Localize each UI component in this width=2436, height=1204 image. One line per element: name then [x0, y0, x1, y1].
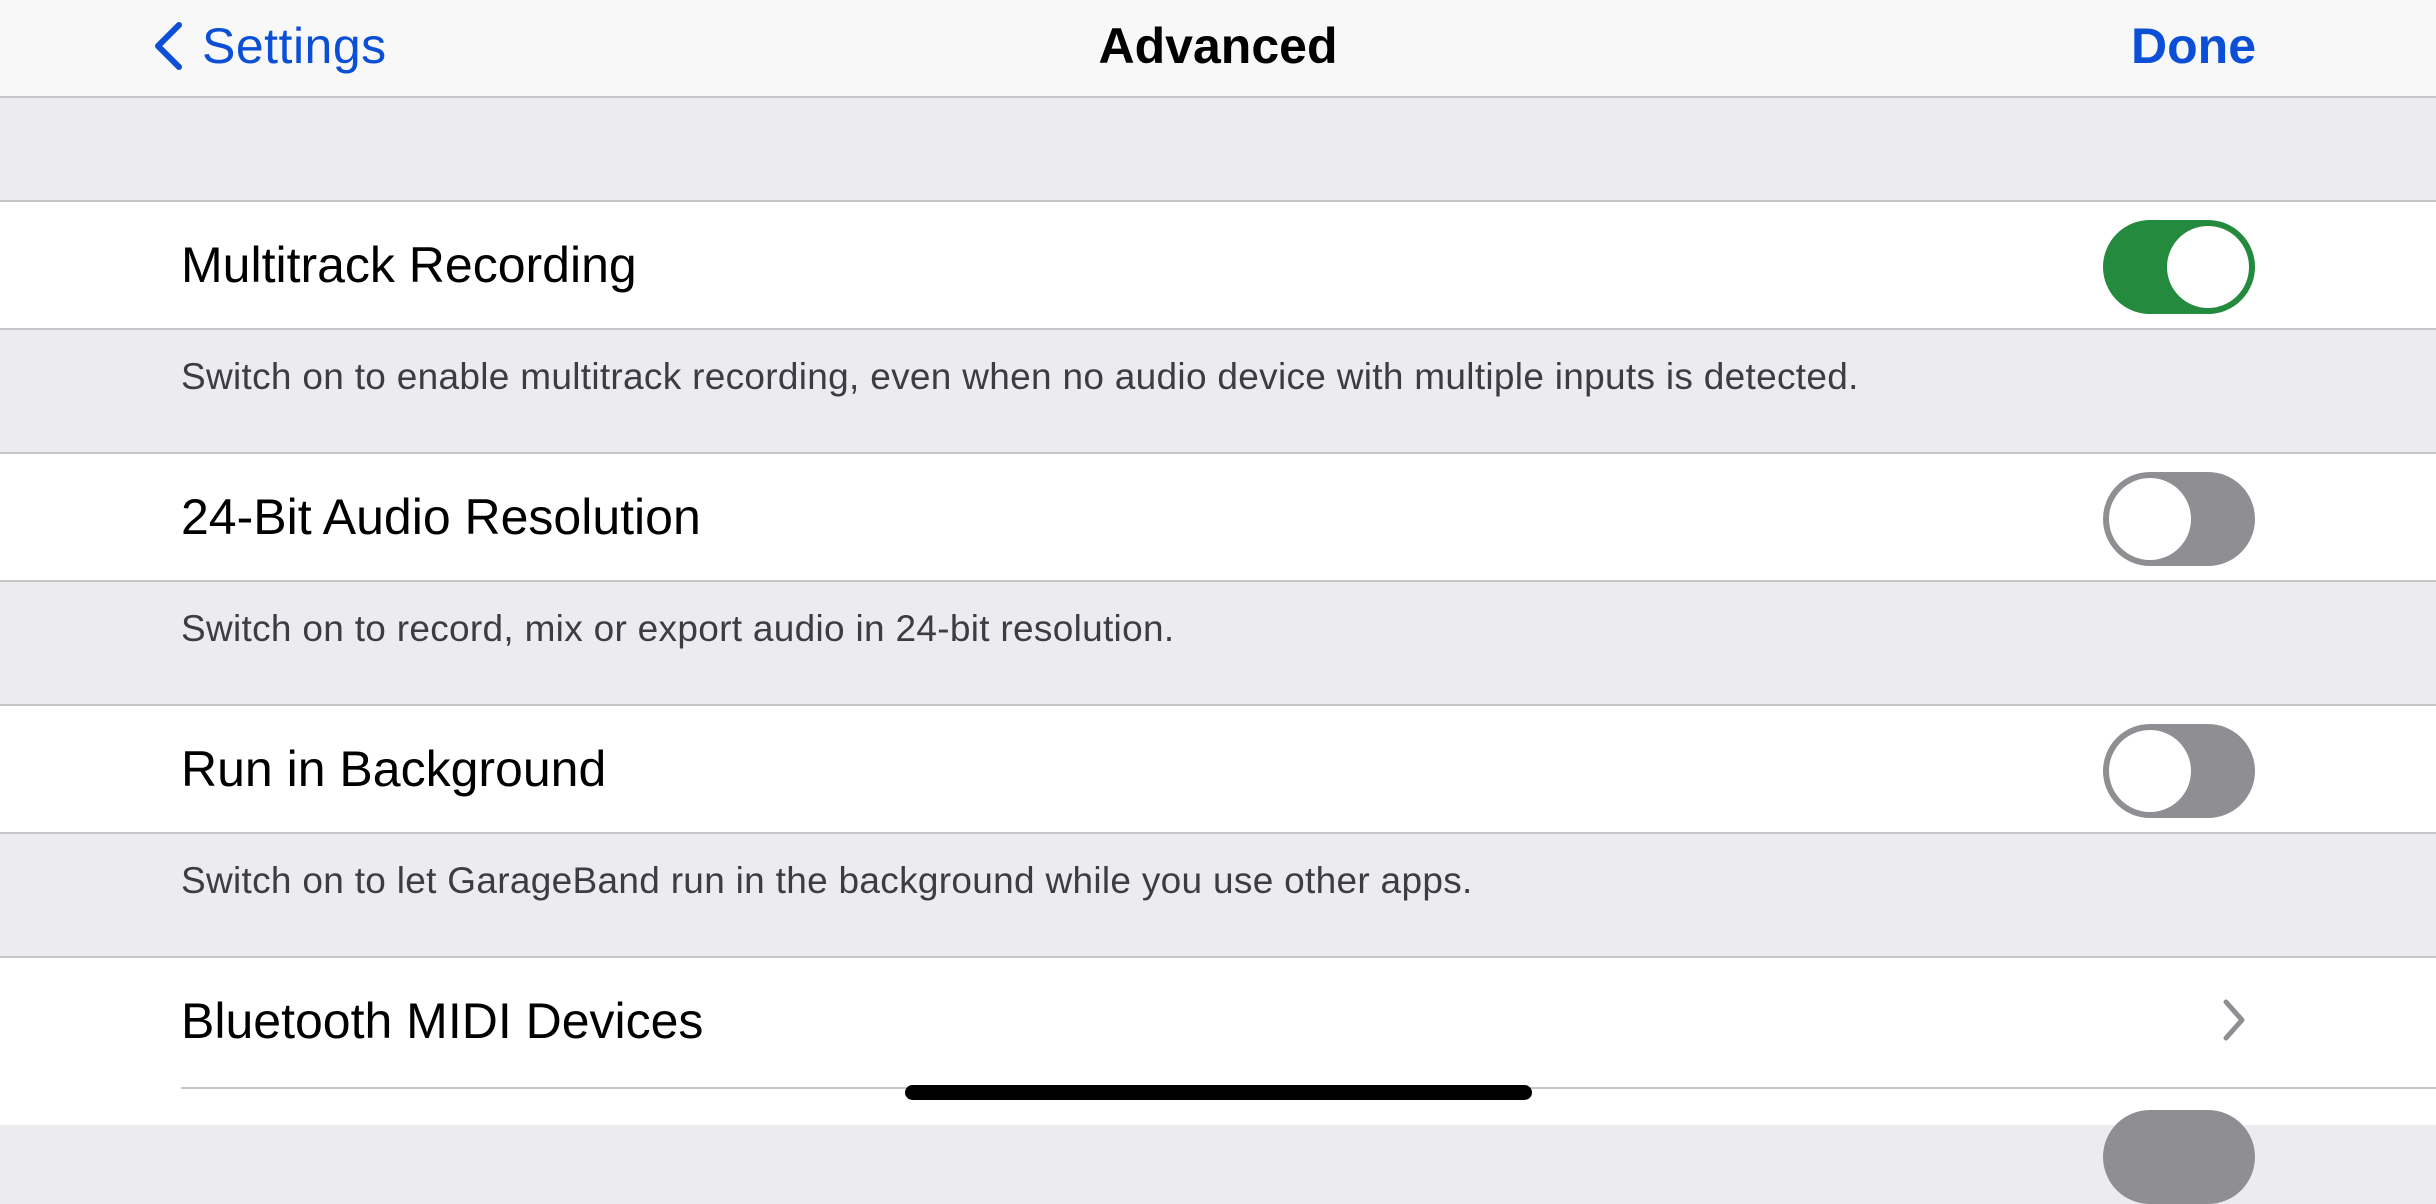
- run-in-background-description: Switch on to let GarageBand run in the b…: [181, 860, 1473, 901]
- settings-row-multitrack-recording: Multitrack Recording: [0, 200, 2436, 330]
- setting-label: Multitrack Recording: [181, 237, 637, 293]
- multitrack-recording-toggle[interactable]: [2103, 220, 2255, 314]
- chevron-right-icon: [2222, 998, 2246, 1047]
- setting-label: Run in Background: [181, 741, 607, 797]
- 24-bit-audio-description: Switch on to record, mix or export audio…: [181, 608, 1175, 649]
- done-button[interactable]: Done: [2131, 12, 2256, 80]
- multitrack-recording-description: Switch on to enable multitrack recording…: [181, 356, 1859, 397]
- page-title: Advanced: [1098, 18, 1338, 74]
- home-indicator[interactable]: [905, 1085, 1532, 1100]
- settings-row-24-bit-audio: 24-Bit Audio Resolution: [0, 452, 2436, 582]
- toggle-knob: [2109, 478, 2191, 560]
- toggle-knob: [2167, 226, 2249, 308]
- setting-label: 24-Bit Audio Resolution: [181, 489, 701, 545]
- navigation-bar: Settings Advanced Done: [0, 0, 2436, 98]
- settings-row-run-in-background: Run in Background: [0, 704, 2436, 834]
- toggle-knob: [2109, 730, 2191, 812]
- 24-bit-audio-toggle[interactable]: [2103, 472, 2255, 566]
- partial-next-toggle[interactable]: [2103, 1110, 2255, 1204]
- run-in-background-toggle[interactable]: [2103, 724, 2255, 818]
- setting-label: Bluetooth MIDI Devices: [181, 993, 704, 1049]
